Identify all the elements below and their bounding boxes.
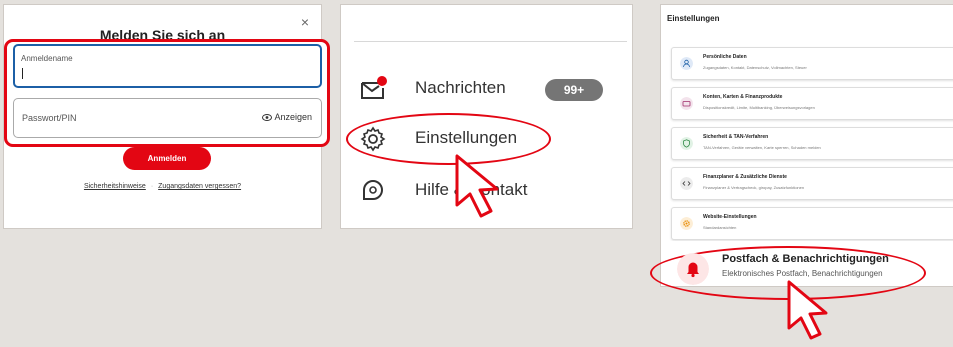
pointer-cursor-icon xyxy=(455,154,499,218)
settings-heading: Einstellungen xyxy=(667,14,720,23)
card-title: Konten, Karten & Finanzprodukte xyxy=(703,94,783,100)
card-title: Finanzplaner & Zusätzliche Dienste xyxy=(703,174,787,180)
settings-highlight-ring xyxy=(346,113,551,165)
login-dialog: × Melden Sie sich an Anmeldename Passwor… xyxy=(3,4,330,229)
settings-card-personal[interactable]: Persönliche Daten Zugangsdaten, Kontakt,… xyxy=(671,47,953,80)
unread-count-badge: 99+ xyxy=(545,79,603,101)
settings-panel: Einstellungen Persönliche Daten Zugangsd… xyxy=(660,4,953,287)
eye-icon xyxy=(262,114,273,121)
shield-icon xyxy=(680,137,693,150)
text-caret xyxy=(22,68,23,79)
card-subtitle: Dispositionskredit, Limite, Multibanking… xyxy=(703,105,815,110)
bell-icon xyxy=(677,253,709,285)
username-label: Anmeldename xyxy=(21,54,73,63)
card-subtitle: Standardansichten xyxy=(703,225,737,230)
login-button[interactable]: Anmelden xyxy=(123,147,211,170)
help-links: Sicherheitshinweise · Zugangsdaten vergess… xyxy=(4,183,321,190)
link-separator: · xyxy=(150,183,154,190)
security-hints-link[interactable]: Sicherheitshinweise xyxy=(84,183,146,190)
show-password-label: Anzeigen xyxy=(274,112,312,122)
divider xyxy=(354,41,627,42)
card-icon xyxy=(680,97,693,110)
forgot-credentials-link[interactable]: Zugangsdaten vergessen? xyxy=(158,183,241,190)
card-subtitle: Finanzplaner & Vertragscheck, giropay, Z… xyxy=(703,185,805,190)
card-subtitle: Zugangsdaten, Kontakt, Datenschutz, Voll… xyxy=(703,65,807,70)
notifications-subtitle: Elektronisches Postfach, Benachrichtigun… xyxy=(722,269,883,278)
settings-card-security[interactable]: Sicherheit & TAN-Verfahren TAN-Verfahren… xyxy=(671,127,953,160)
password-field[interactable]: Passwort/PIN Anzeigen xyxy=(13,98,322,138)
chat-help-icon xyxy=(363,180,384,200)
card-title: Sicherheit & TAN-Verfahren xyxy=(703,134,769,140)
show-password-toggle[interactable]: Anzeigen xyxy=(262,112,312,122)
gear-icon xyxy=(680,217,693,230)
code-icon xyxy=(680,177,693,190)
notifications-title[interactable]: Postfach & Benachrichtigungen xyxy=(722,253,889,265)
settings-card-services[interactable]: Finanzplaner & Zusätzliche Dienste Finan… xyxy=(671,167,953,200)
settings-card-accounts[interactable]: Konten, Karten & Finanzprodukte Disposit… xyxy=(671,87,953,120)
menu-panel: Nachrichten 99+ Einstellungen Hilfe & Ko… xyxy=(340,4,633,229)
card-title: Persönliche Daten xyxy=(703,54,747,60)
pointer-cursor-icon xyxy=(787,280,828,340)
card-subtitle: TAN-Verfahren, Geräte verwalten, Karte s… xyxy=(703,145,821,150)
envelope-icon xyxy=(361,76,387,99)
password-label: Passwort/PIN xyxy=(22,113,77,123)
settings-card-website[interactable]: Website-Einstellungen Standardansichten xyxy=(671,207,953,240)
menu-item-label: Nachrichten xyxy=(415,78,506,97)
person-icon xyxy=(680,57,693,70)
username-field[interactable]: Anmeldename xyxy=(13,44,322,88)
card-title: Website-Einstellungen xyxy=(703,214,757,220)
